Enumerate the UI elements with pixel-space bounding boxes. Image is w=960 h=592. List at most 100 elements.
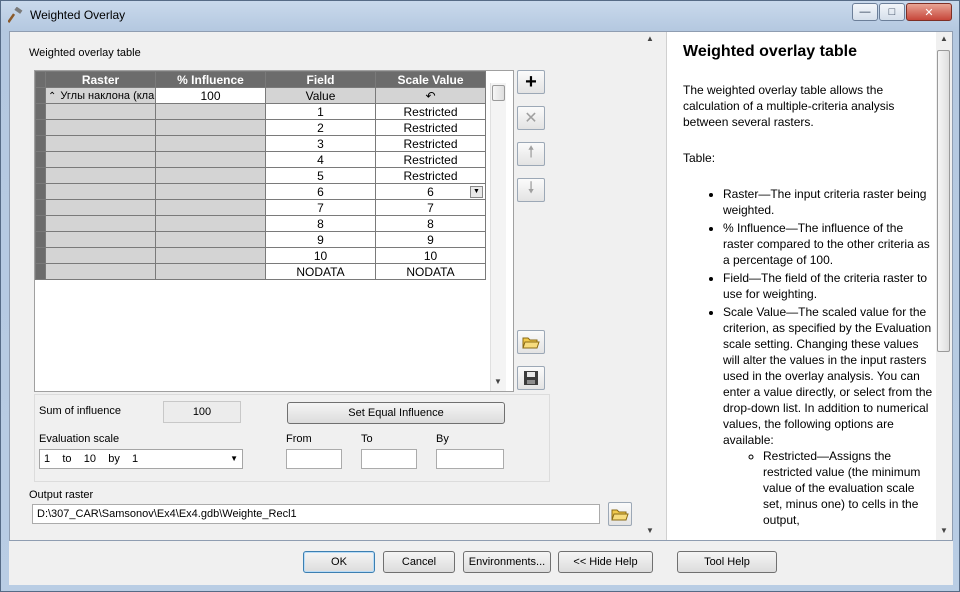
by-input[interactable]: [436, 449, 504, 469]
raster-row[interactable]: ⌃ Углы наклона (кла 100 Value ↶: [35, 87, 486, 104]
hide-help-button[interactable]: << Hide Help: [558, 551, 653, 573]
set-equal-influence-button[interactable]: Set Equal Influence: [287, 402, 505, 424]
x-icon: ✕: [524, 110, 538, 127]
field-value-cell: 2: [265, 119, 376, 136]
scale-value-cell[interactable]: Restricted: [375, 103, 486, 120]
grid-scroll-thumb[interactable]: [492, 85, 505, 101]
table-row[interactable]: 99: [35, 231, 486, 248]
sum-of-influence-label: Sum of influence: [39, 405, 121, 417]
undo-arrow-icon[interactable]: ↶: [425, 89, 435, 103]
scale-value-cell[interactable]: Restricted: [375, 167, 486, 184]
save-disk-icon: [524, 371, 538, 385]
scale-value-cell[interactable]: 8: [375, 215, 486, 232]
move-down-button[interactable]: 🠗: [517, 178, 545, 202]
grid-scrollbar[interactable]: ▼: [490, 83, 506, 391]
influence-cell[interactable]: 100: [155, 87, 266, 104]
to-label: To: [361, 433, 373, 445]
table-row[interactable]: 88: [35, 215, 486, 232]
influence-cell: [155, 199, 266, 216]
from-input[interactable]: [286, 449, 342, 469]
ok-button[interactable]: OK: [303, 551, 375, 573]
browse-output-button[interactable]: [608, 502, 632, 526]
remove-raster-button[interactable]: ✕: [517, 106, 545, 130]
field-cell: Value: [265, 87, 376, 104]
scroll-up-icon[interactable]: ▲: [940, 34, 948, 43]
scale-value-cell[interactable]: 9: [375, 231, 486, 248]
column-header-scale-value[interactable]: Scale Value: [375, 71, 486, 88]
column-header-influence[interactable]: % Influence: [155, 71, 266, 88]
weighted-overlay-grid[interactable]: Raster % Influence Field Scale Value ⌃ Уг…: [34, 70, 514, 392]
raster-cell: [45, 119, 156, 136]
open-table-button[interactable]: [517, 330, 545, 354]
help-intro: The weighted overlay table allows the ca…: [683, 83, 895, 129]
reverse-values-cell[interactable]: ↶: [375, 87, 486, 104]
table-row[interactable]: 1 Restricted: [35, 103, 486, 120]
table-row[interactable]: 4 Restricted: [35, 151, 486, 168]
field-value-cell: 4: [265, 151, 376, 168]
header-selector: [35, 71, 46, 88]
table-header-row: Raster % Influence Field Scale Value: [35, 71, 486, 88]
row-selector[interactable]: [35, 87, 46, 104]
close-button[interactable]: ✕: [906, 3, 952, 21]
to-input[interactable]: [361, 449, 417, 469]
raster-cell[interactable]: ⌃ Углы наклона (кла: [45, 87, 156, 104]
raster-name: Углы наклона (кла: [60, 89, 155, 102]
row-selector[interactable]: [35, 247, 46, 264]
table-row[interactable]: 10 10: [35, 247, 486, 264]
field-value-cell: 5: [265, 167, 376, 184]
row-selector[interactable]: [35, 135, 46, 152]
dropdown-arrow-icon[interactable]: ▼: [470, 186, 483, 198]
scale-value-cell[interactable]: Restricted: [375, 135, 486, 152]
scroll-down-icon[interactable]: ▼: [940, 526, 948, 535]
row-selector[interactable]: [35, 231, 46, 248]
row-selector[interactable]: [35, 199, 46, 216]
field-value-cell: 7: [265, 199, 376, 216]
row-selector[interactable]: [35, 263, 46, 280]
scroll-down-icon[interactable]: ▼: [494, 377, 502, 386]
table-row[interactable]: 5 Restricted: [35, 167, 486, 184]
scroll-down-icon[interactable]: ▼: [646, 526, 654, 535]
evaluation-scale-value: 1 to 10 by 1: [44, 453, 139, 465]
maximize-button[interactable]: □: [879, 3, 905, 21]
tool-help-button[interactable]: Tool Help: [677, 551, 777, 573]
scale-value-cell[interactable]: 10: [375, 247, 486, 264]
scale-value-cell[interactable]: 7: [375, 199, 486, 216]
move-up-button[interactable]: 🠕: [517, 142, 545, 166]
scale-value-cell[interactable]: Restricted: [375, 151, 486, 168]
minimize-button[interactable]: —: [852, 3, 878, 21]
row-selector[interactable]: [35, 151, 46, 168]
row-selector[interactable]: [35, 103, 46, 120]
add-raster-button[interactable]: +: [517, 70, 545, 94]
row-selector[interactable]: [35, 183, 46, 200]
environments-button[interactable]: Environments...: [463, 551, 551, 573]
row-selector[interactable]: [35, 167, 46, 184]
table-row[interactable]: 6 6 ▼: [35, 183, 486, 200]
table-row[interactable]: 2 Restricted: [35, 119, 486, 136]
column-header-raster[interactable]: Raster: [45, 71, 156, 88]
collapse-icon[interactable]: ⌃: [48, 91, 56, 102]
row-selector[interactable]: [35, 215, 46, 232]
parameters-scrollbar[interactable]: ▲ ▼: [642, 32, 658, 540]
folder-open-icon: [522, 337, 540, 349]
by-label: By: [436, 433, 449, 445]
influence-cell: [155, 231, 266, 248]
help-item-scale-value-text: Scale Value—The scaled value for the cri…: [723, 305, 933, 447]
scale-value-cell[interactable]: Restricted: [375, 119, 486, 136]
column-header-field[interactable]: Field: [265, 71, 376, 88]
output-raster-label: Output raster: [29, 489, 94, 501]
cancel-button[interactable]: Cancel: [383, 551, 455, 573]
help-scroll-thumb[interactable]: [937, 50, 950, 352]
scale-value-cell[interactable]: NODATA: [375, 263, 486, 280]
save-table-button[interactable]: [517, 366, 545, 390]
overlay-table: Raster % Influence Field Scale Value ⌃ Уг…: [35, 71, 486, 280]
table-row[interactable]: NODATA NODATA: [35, 263, 486, 280]
scroll-up-icon[interactable]: ▲: [646, 34, 654, 43]
scale-value-dropdown-cell[interactable]: 6 ▼: [375, 183, 486, 200]
table-row[interactable]: 3 Restricted: [35, 135, 486, 152]
output-raster-input[interactable]: D:\307_CAR\Samsonov\Ex4\Ex4.gdb\Weighte_…: [32, 504, 600, 524]
help-scrollbar[interactable]: ▲ ▼: [936, 32, 952, 540]
table-row[interactable]: 77: [35, 199, 486, 216]
evaluation-scale-select[interactable]: 1 to 10 by 1 ▼: [39, 449, 243, 469]
influence-cell: [155, 103, 266, 120]
row-selector[interactable]: [35, 119, 46, 136]
